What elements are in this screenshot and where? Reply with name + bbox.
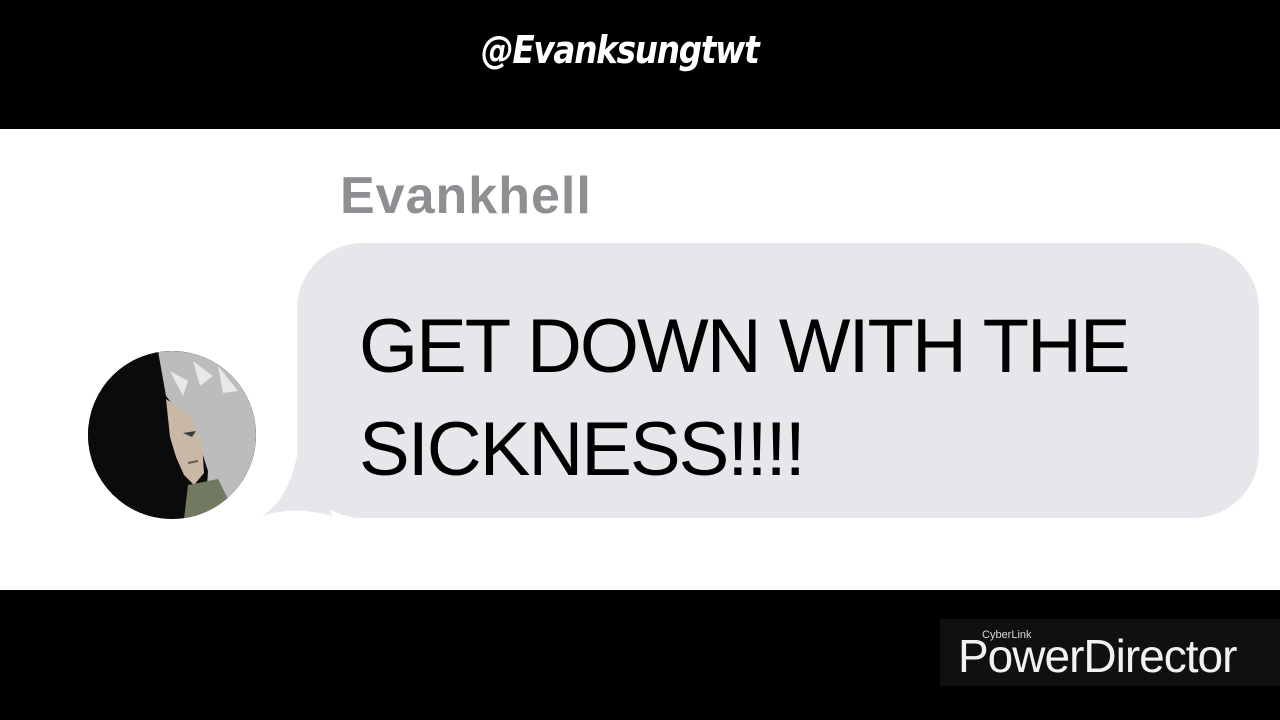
chat-panel: Evankhell GET DOWN WITH THE SICKNESS!!!! <box>0 129 1280 590</box>
watermark: CyberLink PowerDirector <box>940 619 1280 686</box>
sender-name: Evankhell <box>340 167 592 225</box>
watermark-product: PowerDirector <box>958 630 1237 682</box>
message-bubble[interactable]: GET DOWN WITH THE SICKNESS!!!! <box>297 243 1259 518</box>
top-banner: @Evanksungtwt <box>0 0 1280 129</box>
message-text: GET DOWN WITH THE SICKNESS!!!! <box>359 304 1131 492</box>
anime-character-avatar-icon <box>88 351 256 519</box>
creator-handle: @Evanksungtwt <box>481 28 760 72</box>
avatar[interactable] <box>88 351 256 519</box>
